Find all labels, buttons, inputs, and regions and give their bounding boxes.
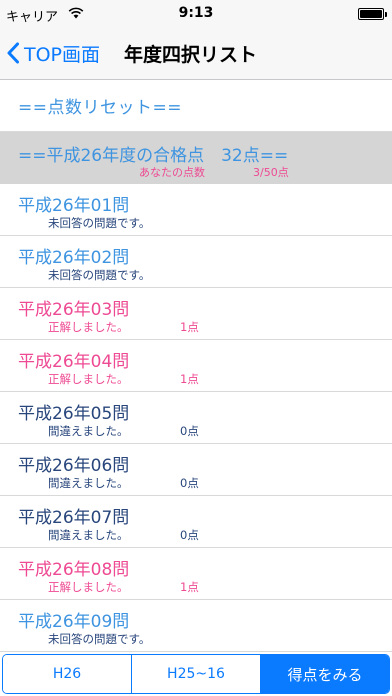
passing-score-label: ==平成26年度の合格点 32点== [18,146,289,166]
battery-icon [358,8,387,20]
your-score-label: あなたの点数 [139,166,205,179]
question-status: 間違えました。 [48,528,129,542]
tab-h26[interactable]: H26 [3,655,132,693]
question-score: 1点 [180,580,199,594]
question-title: 平成26年04問 [18,352,130,372]
question-title: 平成26年02問 [18,248,130,268]
question-title: 平成26年09問 [18,612,130,632]
question-score: 1点 [180,320,199,334]
your-score-value: 3/50点 [253,166,289,179]
question-row-05[interactable]: 平成26年05問 間違えました。 0点 [0,392,392,444]
chevron-left-icon [7,42,19,64]
status-bar: キャリア 9:13 [0,0,392,28]
status-time: 9:13 [178,5,214,21]
question-status: 正解しました。 [48,580,129,594]
question-row-04[interactable]: 平成26年04問 正解しました。 1点 [0,340,392,392]
question-score: 0点 [180,476,199,490]
question-row-03[interactable]: 平成26年03問 正解しました。 1点 [0,288,392,340]
question-title: 平成26年05問 [18,404,130,424]
question-list[interactable]: ==点数リセット== ==平成26年度の合格点 32点== あなたの点数 3/5… [0,80,392,652]
question-status: 未回答の問題です。 [48,216,151,230]
question-status: 未回答の問題です。 [48,268,151,282]
back-button[interactable]: TOP画面 [6,39,100,67]
question-status: 正解しました。 [48,320,129,334]
page-title: 年度四択リスト [124,44,258,66]
question-title: 平成26年01問 [18,196,130,216]
score-summary-row: ==平成26年度の合格点 32点== あなたの点数 3/50点 [0,132,392,184]
question-score: 0点 [180,424,199,438]
question-score: 0点 [180,528,199,542]
question-row-02[interactable]: 平成26年02問 未回答の問題です。 [0,236,392,288]
navigation-bar: TOP画面 年度四択リスト [0,28,392,80]
question-row-08[interactable]: 平成26年08問 正解しました。 1点 [0,548,392,600]
question-row-07[interactable]: 平成26年07問 間違えました。 0点 [0,496,392,548]
question-status: 未回答の問題です。 [48,632,151,646]
question-row-06[interactable]: 平成26年06問 間違えました。 0点 [0,444,392,496]
question-title: 平成26年06問 [18,456,130,476]
question-status: 間違えました。 [48,424,129,438]
question-status: 間違えました。 [48,476,129,490]
question-status: 正解しました。 [48,372,129,386]
reset-score-row[interactable]: ==点数リセット== [0,80,392,132]
question-row-09[interactable]: 平成26年09問 未回答の問題です。 [0,600,392,652]
question-row-01[interactable]: 平成26年01問 未回答の問題です。 [0,184,392,236]
bottom-tab-bar: H26 H25~16 得点をみる [0,652,392,696]
question-title: 平成26年07問 [18,508,130,528]
tab-view-score[interactable]: 得点をみる [261,655,389,693]
reset-score-label: ==点数リセット== [18,98,182,118]
question-score: 1点 [180,372,199,386]
back-button-label: TOP画面 [24,43,101,66]
segmented-control: H26 H25~16 得点をみる [2,654,390,694]
question-title: 平成26年03問 [18,300,130,320]
question-title: 平成26年08問 [18,560,130,580]
tab-h25-16[interactable]: H25~16 [132,655,261,693]
